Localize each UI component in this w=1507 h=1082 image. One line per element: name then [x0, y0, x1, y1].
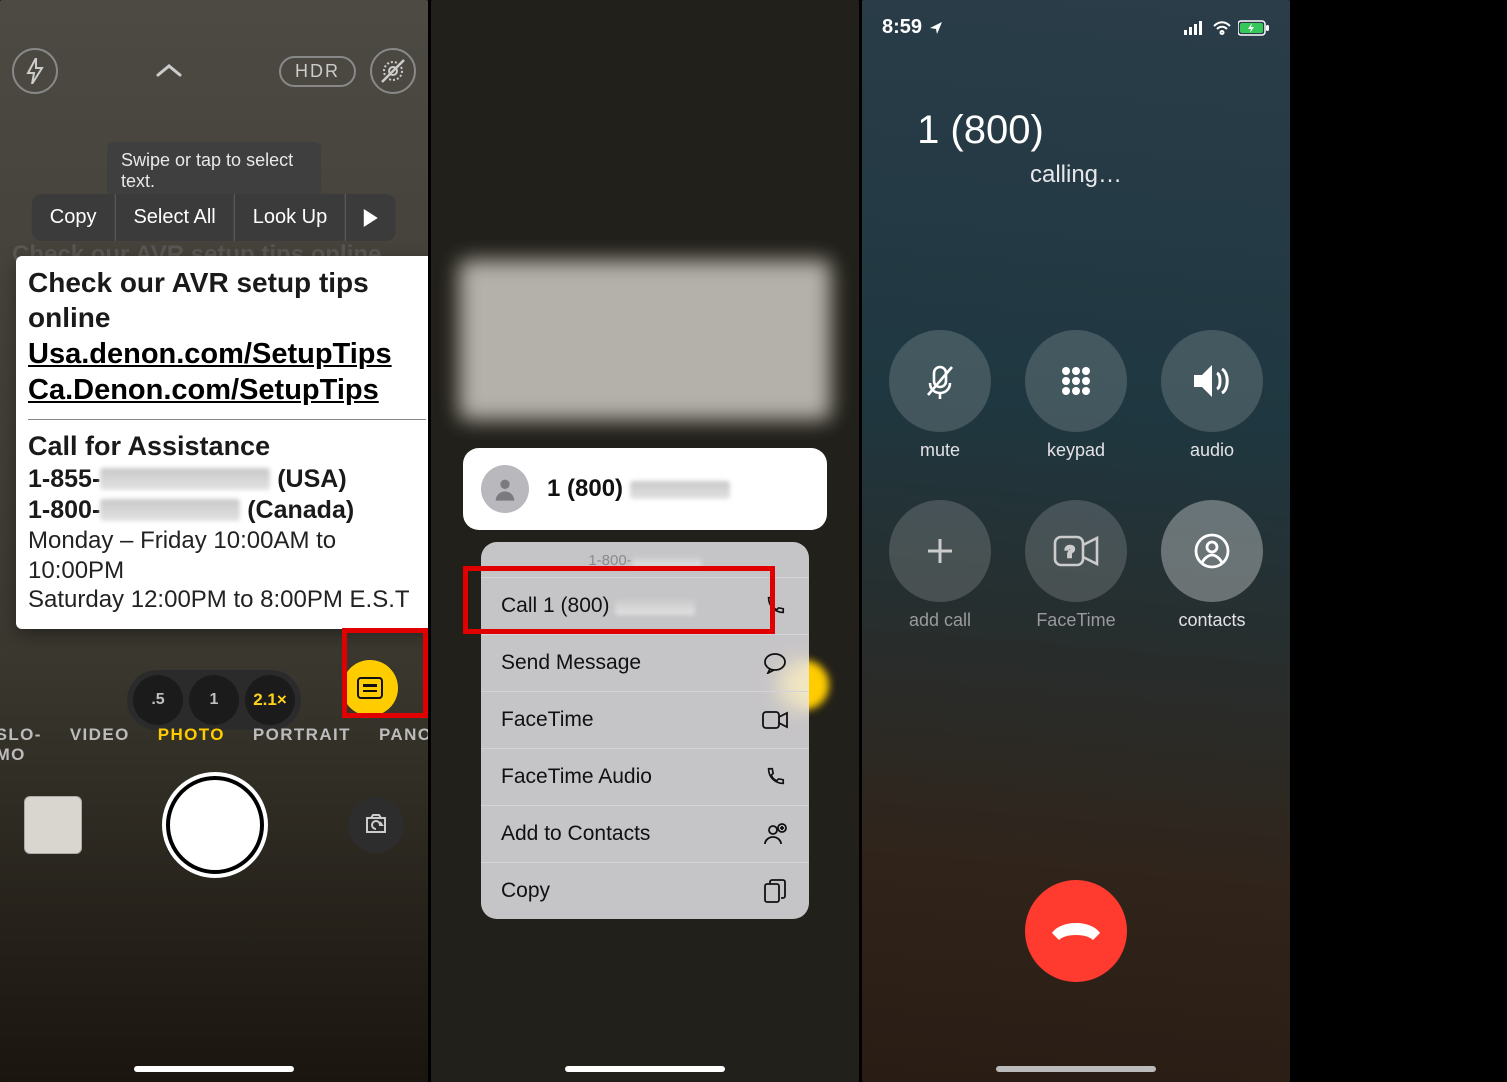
shutter-row [0, 760, 428, 890]
contact-number: 1 (800) [547, 475, 730, 503]
keypad-cell: keypad [1021, 330, 1131, 480]
blurred-text-card [459, 260, 831, 420]
phone-icon [761, 763, 789, 791]
mute-button[interactable] [889, 330, 991, 432]
zoom-1x[interactable]: 1 [189, 675, 239, 725]
battery-charging-icon [1238, 20, 1270, 36]
contact-header[interactable]: 1 (800) [463, 448, 827, 530]
phone-canada[interactable]: 1-800- (Canada) [28, 495, 426, 526]
hours-line-2: Saturday 12:00PM to 8:00PM E.S.T [28, 585, 426, 615]
home-indicator[interactable] [134, 1066, 294, 1072]
text-action-menu: Copy Select All Look Up [32, 194, 396, 241]
redacted-number [630, 481, 730, 499]
calling-screen: 8:59 1 (800) calling… mute ke [862, 0, 1290, 1082]
cellular-icon [1184, 21, 1206, 35]
call-controls-grid: mute keypad audio add call ? FaceTime co… [862, 330, 1290, 650]
add-call-label: add call [885, 610, 995, 631]
chevron-up-icon[interactable] [146, 48, 192, 94]
flip-camera-icon[interactable] [348, 797, 404, 853]
status-time: 8:59 [882, 16, 922, 39]
camera-screen: HDR Swipe or tap to select text. Copy Se… [0, 0, 428, 1082]
menu-facetime-audio[interactable]: FaceTime Audio [481, 748, 809, 805]
shutter-button[interactable] [166, 776, 264, 874]
redacted-number [100, 499, 240, 521]
setup-link-us[interactable]: Usa.denon.com/SetupTips [28, 337, 426, 373]
mode-slomo[interactable]: SLO-MO [0, 725, 42, 753]
camera-top-controls: HDR [0, 48, 428, 94]
menu-add-to-contacts[interactable]: Add to Contacts [481, 805, 809, 862]
svg-text:?: ? [1065, 544, 1075, 561]
audio-cell: audio [1157, 330, 1267, 480]
redacted-number [100, 468, 270, 490]
menu-facetime[interactable]: FaceTime [481, 691, 809, 748]
camera-mode-strip[interactable]: SLO-MO VIDEO PHOTO PORTRAIT PANO [0, 725, 428, 753]
copy-action[interactable]: Copy [32, 194, 116, 241]
mode-video[interactable]: VIDEO [70, 725, 130, 753]
wifi-icon [1212, 21, 1232, 35]
call-number: 1 (800) [917, 108, 1044, 152]
message-icon [761, 649, 789, 677]
mute-label: mute [885, 440, 995, 461]
end-call-button[interactable] [1025, 880, 1127, 982]
menu-send-message[interactable]: Send Message [481, 634, 809, 691]
avatar-icon [481, 465, 529, 513]
setup-link-ca[interactable]: Ca.Denon.com/SetupTips [28, 373, 426, 409]
facetime-label: FaceTime [1021, 610, 1131, 631]
zoom-2-1x[interactable]: 2.1× [245, 675, 295, 725]
zoom-control[interactable]: .5 1 2.1× [127, 670, 301, 730]
add-call-button[interactable] [889, 500, 991, 602]
status-bar: 8:59 [862, 10, 1290, 45]
copy-icon [761, 877, 789, 905]
select-all-action[interactable]: Select All [115, 194, 234, 241]
audio-button[interactable] [1161, 330, 1263, 432]
contacts-button[interactable] [1161, 500, 1263, 602]
contacts-cell: contacts [1157, 500, 1267, 650]
mode-portrait[interactable]: PORTRAIT [253, 725, 351, 753]
add-call-cell: add call [885, 500, 995, 650]
modal-blur[interactable] [431, 0, 859, 1082]
audio-label: audio [1157, 440, 1267, 461]
hdr-toggle[interactable]: HDR [279, 56, 356, 87]
call-status: calling… [862, 161, 1290, 189]
mode-photo[interactable]: PHOTO [158, 725, 225, 753]
annotation-highlight [342, 628, 428, 718]
more-actions-arrow[interactable] [346, 197, 396, 239]
facetime-button[interactable]: ? [1025, 500, 1127, 602]
divider [28, 419, 426, 420]
assistance-heading: Call for Assistance [28, 430, 426, 463]
phone-usa[interactable]: 1-855- (USA) [28, 464, 426, 495]
add-contact-icon [761, 820, 789, 848]
location-icon [928, 20, 944, 36]
zoom-0-5x[interactable]: .5 [133, 675, 183, 725]
look-up-action[interactable]: Look Up [235, 194, 347, 241]
menu-copy[interactable]: Copy [481, 862, 809, 919]
annotation-highlight [463, 566, 775, 634]
contacts-label: contacts [1157, 610, 1267, 631]
live-text-hint: Swipe or tap to select text. [107, 142, 321, 200]
live-photo-off-icon[interactable] [370, 48, 416, 94]
card-title: Check our AVR setup tips online [28, 266, 426, 335]
keypad-button[interactable] [1025, 330, 1127, 432]
keypad-label: keypad [1021, 440, 1131, 461]
hours-line-1: Monday – Friday 10:00AM to 10:00PM [28, 526, 426, 586]
home-indicator[interactable] [565, 1066, 725, 1072]
facetime-cell: ? FaceTime [1021, 500, 1131, 650]
context-menu-screen: 1 (800) 1-800- Call 1 (800) Send Message… [431, 0, 859, 1082]
detected-text-card[interactable]: Check our AVR setup tips online Usa.deno… [16, 256, 428, 629]
call-header: 1 (800) calling… [862, 108, 1290, 189]
flash-icon[interactable] [12, 48, 58, 94]
last-photo-thumbnail[interactable] [24, 796, 82, 854]
redacted-number [1055, 115, 1235, 147]
facetime-video-icon [761, 706, 789, 734]
mute-cell: mute [885, 330, 995, 480]
mode-pano[interactable]: PANO [379, 725, 428, 753]
home-indicator[interactable] [996, 1066, 1156, 1072]
